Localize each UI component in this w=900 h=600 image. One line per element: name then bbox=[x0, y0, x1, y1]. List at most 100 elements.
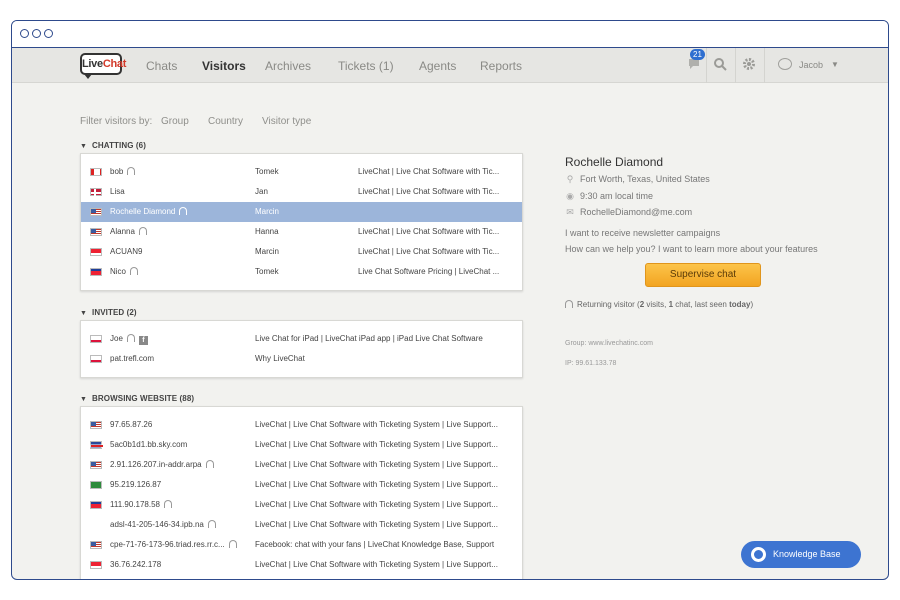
visitor-name-cell: pat.trefl.com bbox=[110, 354, 155, 363]
livechat-logo[interactable]: LiveChat bbox=[80, 53, 126, 75]
filter-visitor-type[interactable]: Visitor type bbox=[262, 116, 311, 127]
visitor-name-cell: 97.65.87.26 bbox=[110, 420, 153, 429]
page-cell: Facebook: chat with your fans | LiveChat… bbox=[255, 540, 495, 549]
section-browsing-title[interactable]: ▼ BROWSING WEBSITE (88) bbox=[80, 394, 194, 403]
visitor-location: ⚲ Fort Worth, Texas, United States bbox=[566, 174, 710, 184]
visitor-row[interactable]: 5ac0b1d1.bb.sky.com LiveChat | Live Chat … bbox=[81, 435, 522, 455]
visitor-name: Rochelle Diamond bbox=[565, 155, 664, 169]
flag-icon bbox=[90, 561, 102, 569]
flag-icon bbox=[90, 228, 102, 236]
page-cell: Why LiveChat bbox=[255, 354, 305, 363]
notification-badge: 21 bbox=[690, 49, 705, 60]
flag-icon bbox=[90, 355, 102, 363]
visitor-name-cell: bob bbox=[110, 167, 136, 176]
visitor-row[interactable]: cpe-71-76-173-96.triad.res.rr.c... Facebo… bbox=[81, 535, 522, 555]
flag-icon bbox=[90, 268, 102, 276]
tab-archives[interactable]: Archives bbox=[265, 59, 311, 73]
visitor-row[interactable]: ACUAN9 Marcin LiveChat | Live Chat Softwar… bbox=[81, 242, 522, 262]
top-nav: LiveChat Chats Visitors Archives Tickets… bbox=[12, 48, 888, 83]
tab-visitors[interactable]: Visitors bbox=[202, 59, 246, 73]
visitor-row[interactable]: 95.219.126.87 LiveChat | Live Chat Softwa… bbox=[81, 475, 522, 495]
flag-icon bbox=[90, 188, 102, 197]
visitor-row[interactable]: Lisa Jan LiveChat | Live Chat Software wit… bbox=[81, 182, 522, 202]
visitor-row[interactable]: 97.65.87.26 LiveChat | Live Chat Software… bbox=[81, 415, 522, 435]
visitor-message-2: How can we help you? I want to learn mor… bbox=[565, 244, 818, 254]
logo-tail bbox=[84, 74, 92, 79]
page-cell: LiveChat | Live Chat Software with Tic..… bbox=[358, 247, 500, 256]
section-chatting-title[interactable]: ▼ CHATTING (6) bbox=[80, 141, 146, 150]
visitor-row[interactable]: 36.76.242.178 LiveChat | Live Chat Softwa… bbox=[81, 555, 522, 575]
visitor-row[interactable]: Rochelle Diamond Marcin bbox=[81, 202, 522, 222]
visitor-row[interactable]: Joe f Live Chat for iPad | LiveChat iPad a… bbox=[81, 329, 522, 349]
visitor-row[interactable]: Alanna Hanna LiveChat | Live Chat Software… bbox=[81, 222, 522, 242]
facebook-icon: f bbox=[138, 336, 148, 345]
headset-icon bbox=[163, 500, 172, 508]
knowledge-base-button[interactable]: Knowledge Base bbox=[741, 541, 861, 568]
globe-icon: ◉ bbox=[566, 191, 574, 201]
visitor-message-1: I want to receive newsletter campaigns bbox=[565, 228, 721, 238]
filter-group[interactable]: Group bbox=[161, 116, 189, 127]
visitor-row[interactable]: bob Tomek LiveChat | Live Chat Software wi… bbox=[81, 162, 522, 182]
visitor-local-time: ◉ 9:30 am local time bbox=[566, 191, 654, 201]
envelope-icon: ✉ bbox=[566, 207, 574, 217]
visitor-ip: IP: 99.61.133.78 bbox=[565, 360, 617, 367]
page-cell: LiveChat | Live Chat Software with Tic..… bbox=[358, 167, 500, 176]
visitor-name-cell: Lisa bbox=[110, 187, 125, 196]
tab-reports[interactable]: Reports bbox=[480, 59, 522, 73]
flag-icon bbox=[90, 541, 102, 549]
page-cell: LiveChat | Live Chat Software with Ticke… bbox=[255, 560, 498, 569]
visitor-name-cell: Rochelle Diamond bbox=[110, 207, 188, 216]
caret-down-icon: ▼ bbox=[80, 396, 88, 403]
window-dot-icon[interactable] bbox=[20, 29, 29, 38]
window-dot-icon[interactable] bbox=[32, 29, 41, 38]
filter-country[interactable]: Country bbox=[208, 116, 243, 127]
page-cell: LiveChat | Live Chat Software with Ticke… bbox=[255, 420, 498, 429]
agent-cell: Marcin bbox=[255, 247, 280, 256]
visitor-row[interactable]: pat.trefl.com Why LiveChat bbox=[81, 349, 522, 369]
headset-icon bbox=[138, 227, 147, 235]
tab-agents[interactable]: Agents bbox=[419, 59, 456, 73]
page-cell: LiveChat | Live Chat Software with Ticke… bbox=[255, 500, 498, 509]
tab-tickets[interactable]: Tickets (1) bbox=[338, 59, 394, 73]
headset-icon bbox=[126, 334, 135, 342]
flag-icon bbox=[90, 421, 102, 429]
headset-icon bbox=[228, 540, 237, 548]
search-icon[interactable] bbox=[712, 57, 728, 73]
headset-icon bbox=[565, 300, 573, 308]
visitor-row[interactable]: Nico Tomek Live Chat Software Pricing | Li… bbox=[81, 262, 522, 282]
returning-visitor: Returning visitor (2 visits, 1 chat, las… bbox=[565, 300, 753, 309]
tab-chats[interactable]: Chats bbox=[146, 59, 177, 73]
visitor-name-cell: Joe f bbox=[110, 334, 148, 345]
flag-icon bbox=[90, 208, 102, 216]
chevron-down-icon[interactable]: ▼ bbox=[831, 60, 839, 69]
gear-icon[interactable] bbox=[741, 57, 757, 73]
visitor-name-cell: adsl-41-205-146-34.ipb.na bbox=[110, 520, 216, 529]
flag-icon bbox=[90, 501, 102, 509]
section-invited-title[interactable]: ▼ INVITED (2) bbox=[80, 308, 137, 317]
visitor-row[interactable]: 2.91.126.207.in-addr.arpa LiveChat | Live… bbox=[81, 455, 522, 475]
flag-icon bbox=[90, 248, 102, 256]
chatting-list: bob Tomek LiveChat | Live Chat Software wi… bbox=[80, 153, 523, 291]
supervise-chat-button[interactable]: Supervise chat bbox=[645, 263, 761, 287]
agent-cell: Hanna bbox=[255, 227, 279, 236]
visitor-name-cell: 2.91.126.207.in-addr.arpa bbox=[110, 460, 214, 469]
caret-down-icon: ▼ bbox=[80, 310, 88, 317]
nav-separator bbox=[706, 48, 707, 83]
headset-icon bbox=[207, 520, 216, 528]
agent-cell: Marcin bbox=[255, 207, 280, 216]
visitor-name-cell: 5ac0b1d1.bb.sky.com bbox=[110, 440, 188, 449]
page-cell: Live Chat Software Pricing | LiveChat ..… bbox=[358, 267, 500, 276]
flag-icon bbox=[90, 441, 103, 449]
flag-icon bbox=[90, 335, 102, 343]
window-dot-icon[interactable] bbox=[44, 29, 53, 38]
user-status-icon[interactable] bbox=[778, 58, 792, 70]
page-cell: LiveChat | Live Chat Software with Ticke… bbox=[255, 480, 498, 489]
headset-icon bbox=[130, 267, 139, 275]
page-cell: LiveChat | Live Chat Software with Tic..… bbox=[358, 227, 500, 236]
user-name[interactable]: Jacob bbox=[799, 60, 823, 70]
visitor-email: ✉ RochelleDiamond@me.com bbox=[566, 207, 693, 217]
visitor-name-cell: Alanna bbox=[110, 227, 147, 236]
visitor-row[interactable]: 111.90.178.58 LiveChat | Live Chat Softwa… bbox=[81, 495, 522, 515]
nav-separator bbox=[735, 48, 736, 83]
visitor-row[interactable]: adsl-41-205-146-34.ipb.na LiveChat | Live… bbox=[81, 515, 522, 535]
